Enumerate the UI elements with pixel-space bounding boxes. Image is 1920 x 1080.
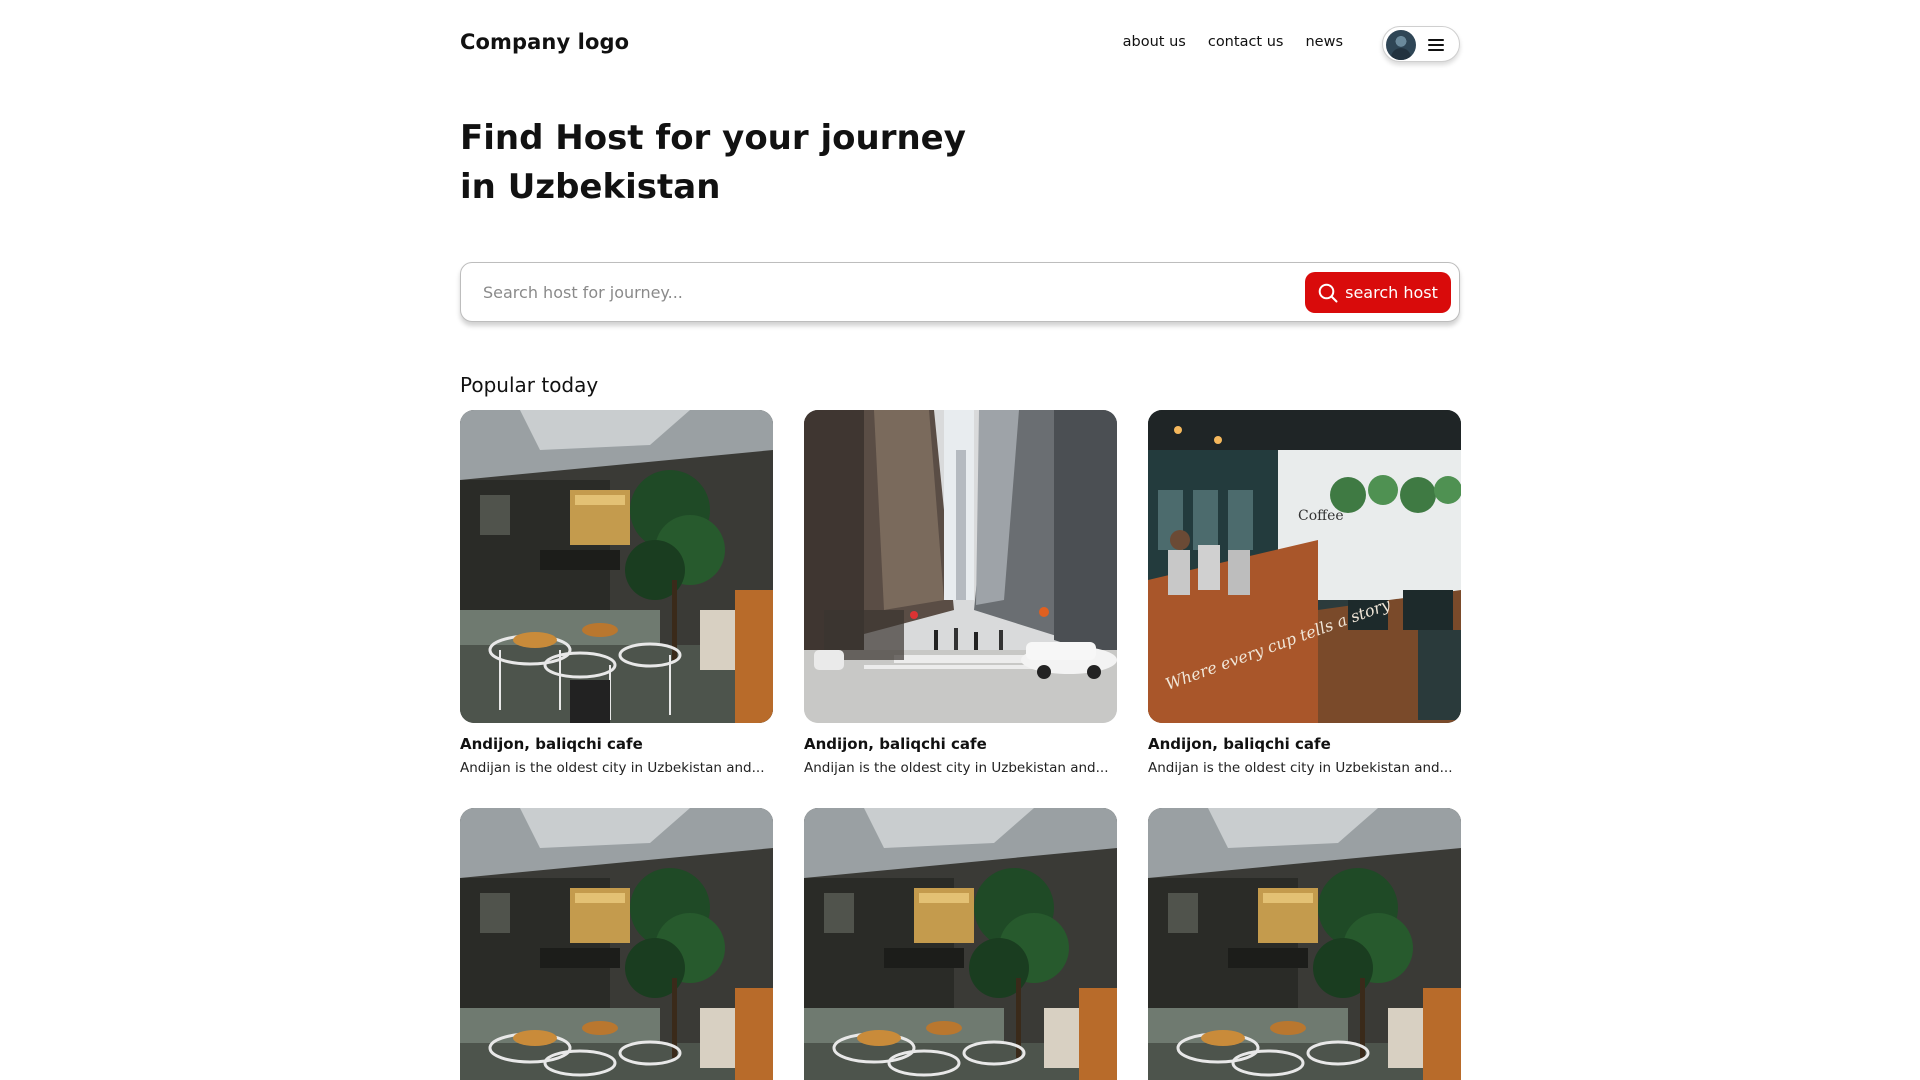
search-input[interactable]: [481, 277, 1261, 307]
host-card[interactable]: [460, 808, 773, 1080]
coffee-bar-photo: Coffee Where every cup tells a story: [1148, 410, 1461, 723]
card-description: Andijan is the oldest city in Uzbekistan…: [804, 760, 1109, 776]
page: Company logo about us contact us news Fi…: [0, 0, 1920, 1080]
host-card[interactable]: Coffee Where every cup tells a story And…: [1148, 410, 1461, 776]
card-description: Andijan is the oldest city in Uzbekistan…: [460, 760, 765, 776]
search-host-button[interactable]: search host: [1305, 272, 1451, 313]
nav-contact-us[interactable]: contact us: [1208, 34, 1284, 50]
host-card[interactable]: Andijon, baliqchi cafe Andijan is the ol…: [460, 410, 773, 776]
nav-about-us[interactable]: about us: [1123, 34, 1186, 50]
cafe-interior-photo: [460, 410, 773, 723]
host-card[interactable]: [1148, 808, 1461, 1080]
user-menu-button[interactable]: [1382, 26, 1460, 62]
popular-grid: Andijon, baliqchi cafe Andijan is the ol…: [460, 410, 1461, 1080]
card-description: Andijan is the oldest city in Uzbekistan…: [1148, 760, 1453, 776]
card-title: Andijon, baliqchi cafe: [1148, 735, 1331, 753]
card-title: Andijon, baliqchi cafe: [460, 735, 643, 753]
top-nav: about us contact us news: [1123, 34, 1343, 50]
hamburger-menu-icon: [1428, 38, 1444, 51]
svg-text:Coffee: Coffee: [1298, 508, 1344, 524]
city-street-photo: [804, 410, 1117, 723]
search-button-label: search host: [1345, 283, 1438, 302]
cafe-interior-photo: [1148, 808, 1461, 1080]
avatar: [1386, 30, 1416, 60]
card-title: Andijon, baliqchi cafe: [804, 735, 987, 753]
site-header: Company logo about us contact us news: [460, 26, 1460, 62]
search-icon: [1318, 283, 1338, 302]
search-bar: search host: [460, 262, 1460, 322]
section-title-popular: Popular today: [460, 373, 599, 397]
company-logo[interactable]: Company logo: [460, 30, 629, 54]
page-title: Find Host for your journey in Uzbekistan: [460, 118, 966, 207]
nav-news[interactable]: news: [1305, 34, 1343, 50]
cafe-interior-photo: [804, 808, 1117, 1080]
host-card[interactable]: Andijon, baliqchi cafe Andijan is the ol…: [804, 410, 1117, 776]
host-card[interactable]: [804, 808, 1117, 1080]
cafe-interior-photo: [460, 808, 773, 1080]
